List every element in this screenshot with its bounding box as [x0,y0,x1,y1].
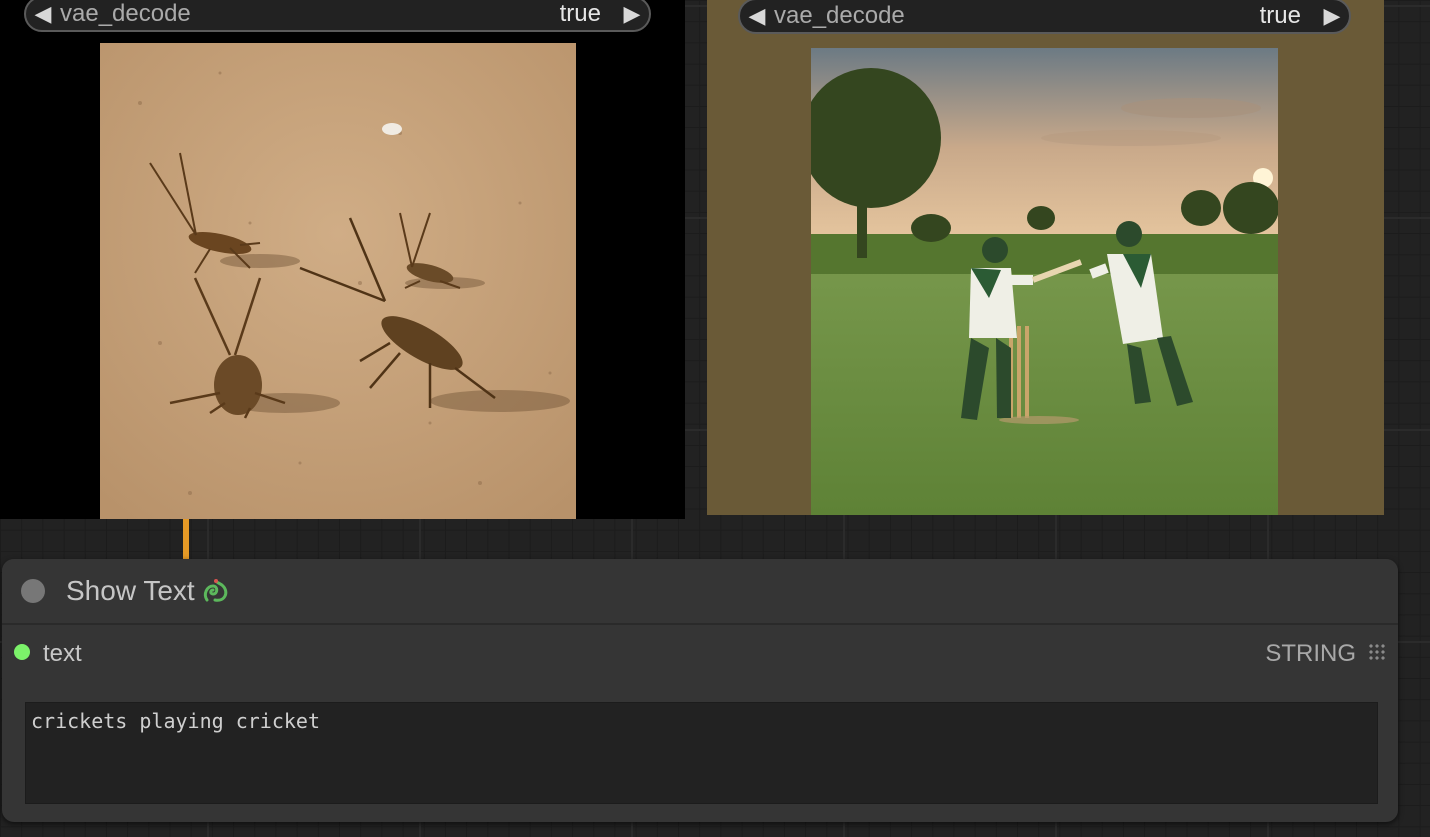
widget-value: true [559,0,601,27]
vae-decode-toggle[interactable]: ◀ vae_decode true ▶ [24,0,651,32]
node-link-wire [183,519,189,559]
preview-image-cricket-match [811,48,1278,515]
image-preview-node-right[interactable]: ◀ vae_decode true ▶ [707,0,1384,515]
widget-name: vae_decode [60,0,191,27]
show-text-node[interactable]: Show Text text STRING crickets playing c… [2,559,1398,822]
node-title: Show Text [66,575,195,606]
grid-dots-icon[interactable] [1368,643,1386,661]
next-arrow-icon[interactable]: ▶ [615,1,649,27]
output-slot-text[interactable]: text STRING [2,639,1398,669]
widget-value: true [1259,2,1301,29]
prev-arrow-icon[interactable]: ◀ [26,1,60,27]
output-label: text [43,640,82,667]
snake-icon [201,576,231,606]
next-arrow-icon[interactable]: ▶ [1315,3,1349,29]
image-preview-node-left[interactable]: ◀ vae_decode true ▶ [0,0,685,519]
node-title-bar[interactable]: Show Text [2,559,1398,625]
collapse-dot-icon[interactable] [21,579,45,603]
prev-arrow-icon[interactable]: ◀ [740,3,774,29]
widget-name: vae_decode [774,2,905,29]
output-connector-dot[interactable] [14,644,30,660]
vae-decode-toggle[interactable]: ◀ vae_decode true ▶ [738,0,1351,34]
preview-image-crickets [100,43,576,519]
text-output-area[interactable]: crickets playing cricket [25,702,1378,804]
output-type: STRING [1265,640,1356,667]
